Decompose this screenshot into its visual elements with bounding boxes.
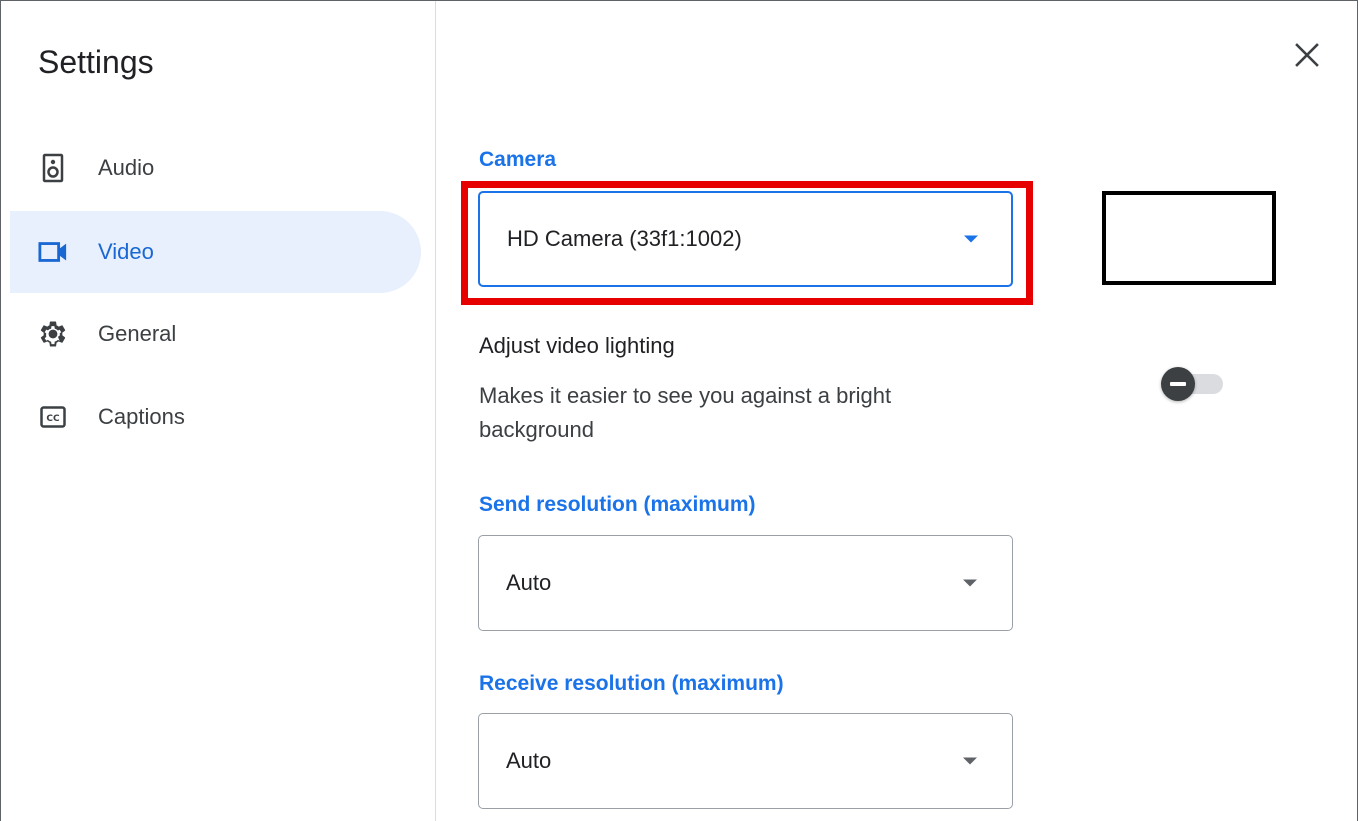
send-resolution-label: Send resolution (maximum) bbox=[479, 493, 756, 516]
sidebar-item-audio[interactable]: Audio bbox=[10, 127, 421, 209]
sidebar-item-video[interactable]: Video bbox=[10, 211, 421, 293]
sidebar-item-captions[interactable]: CC Captions bbox=[10, 376, 421, 458]
svg-text:CC: CC bbox=[46, 414, 60, 424]
chevron-down-icon bbox=[963, 757, 977, 765]
sidebar-item-label: Video bbox=[98, 239, 154, 264]
dialog-title: Settings bbox=[38, 44, 154, 80]
send-resolution-select[interactable]: Auto bbox=[478, 535, 1013, 631]
lighting-heading: Adjust video lighting bbox=[479, 333, 675, 358]
sidebar-item-label: Captions bbox=[98, 404, 185, 429]
speaker-icon bbox=[38, 153, 68, 183]
videocam-icon bbox=[38, 237, 68, 267]
camera-select[interactable]: HD Camera (33f1:1002) bbox=[478, 191, 1013, 287]
camera-preview bbox=[1102, 191, 1276, 285]
sidebar-item-label: Audio bbox=[98, 155, 155, 180]
chevron-down-icon bbox=[963, 579, 977, 587]
camera-label: Camera bbox=[479, 148, 557, 171]
settings-dialog: Settings Audio Video General CC Captions… bbox=[0, 0, 1358, 821]
close-button[interactable] bbox=[1291, 39, 1323, 71]
close-icon bbox=[1295, 43, 1319, 67]
toggle-thumb bbox=[1161, 367, 1195, 401]
receive-resolution-select[interactable]: Auto bbox=[478, 713, 1013, 809]
lighting-toggle[interactable] bbox=[1161, 367, 1225, 401]
closed-captions-icon: CC bbox=[38, 402, 68, 432]
lighting-description: Makes it easier to see you against a bri… bbox=[479, 383, 892, 442]
gear-icon bbox=[38, 319, 68, 349]
sidebar-item-label: General bbox=[98, 321, 177, 346]
camera-select-value: HD Camera (33f1:1002) bbox=[507, 226, 742, 251]
sidebar-item-general[interactable]: General bbox=[10, 293, 421, 375]
chevron-down-icon bbox=[964, 235, 978, 243]
receive-resolution-label: Receive resolution (maximum) bbox=[479, 672, 784, 695]
receive-resolution-value: Auto bbox=[506, 748, 552, 773]
settings-sidebar: Settings Audio Video General CC Captions bbox=[1, 1, 436, 821]
send-resolution-value: Auto bbox=[506, 570, 552, 595]
